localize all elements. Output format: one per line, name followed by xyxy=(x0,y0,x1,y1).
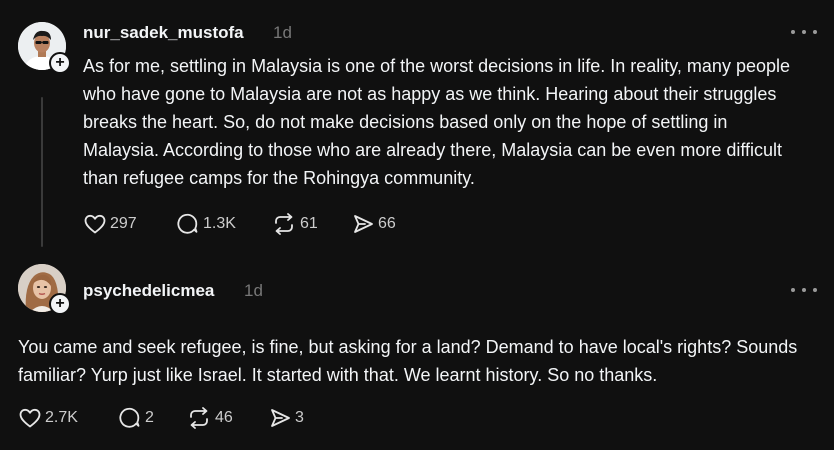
heart-icon xyxy=(84,214,106,234)
comment-icon xyxy=(177,213,198,234)
like-button[interactable]: 297 xyxy=(83,212,176,236)
follow-add-icon[interactable]: + xyxy=(49,293,71,315)
heart-icon xyxy=(19,408,41,428)
share-button[interactable]: 3 xyxy=(268,406,318,430)
post-timestamp: 1d xyxy=(273,23,292,42)
repost-count: 61 xyxy=(300,215,318,232)
reply-count: 2 xyxy=(145,409,154,426)
repost-button[interactable]: 61 xyxy=(271,212,351,236)
more-options-icon[interactable] xyxy=(791,282,817,298)
more-options-icon[interactable] xyxy=(791,24,817,40)
post-username[interactable]: psychedelicmea xyxy=(83,281,214,301)
reply-button[interactable]: 1.3K xyxy=(176,212,271,236)
post-actions: 297 1.3K 61 66 xyxy=(83,210,411,238)
follow-add-icon[interactable]: + xyxy=(49,52,71,74)
send-icon xyxy=(271,409,290,427)
share-count: 66 xyxy=(378,215,396,232)
post-text: As for me, settling in Malaysia is one o… xyxy=(83,56,790,188)
post: + nur_sadek_mustofa 1d As for me, settli… xyxy=(0,0,834,255)
share-count: 3 xyxy=(295,409,304,426)
post-username[interactable]: nur_sadek_mustofa xyxy=(83,23,244,43)
like-count: 297 xyxy=(110,215,137,232)
thread-line xyxy=(41,97,43,247)
post-timestamp: 1d xyxy=(244,281,263,300)
repost-icon xyxy=(190,407,208,429)
comment-icon xyxy=(119,407,140,428)
reply-button[interactable]: 2 xyxy=(118,406,186,430)
post-text: You came and seek refugee, is fine, but … xyxy=(18,337,798,385)
send-icon xyxy=(354,215,373,233)
repost-count: 46 xyxy=(215,409,233,426)
like-button[interactable]: 2.7K xyxy=(18,406,118,430)
repost-icon xyxy=(275,213,293,235)
repost-button[interactable]: 46 xyxy=(186,406,268,430)
reply-count: 1.3K xyxy=(203,215,236,232)
like-count: 2.7K xyxy=(45,409,78,426)
share-button[interactable]: 66 xyxy=(351,212,411,236)
post-actions: 2.7K 2 46 3 xyxy=(18,404,318,432)
post: + psychedelicmea 1d You came and seek re… xyxy=(0,255,834,450)
